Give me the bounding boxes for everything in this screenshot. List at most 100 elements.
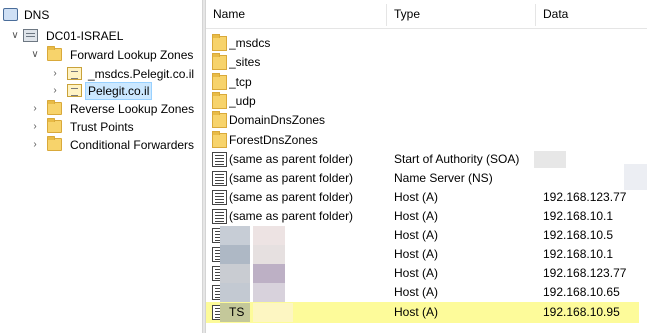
table-row[interactable]: TS Host (A) 192.168.10.95 [206,302,639,323]
redacted-data-block [534,151,566,168]
table-row[interactable]: Host (A) 192.168.10.65 [206,282,647,303]
folder-icon [212,92,227,109]
folder-icon [47,118,62,133]
cell-name [229,225,384,246]
cell-data [543,72,647,93]
chevron-right-icon[interactable]: › [30,118,40,136]
cell-type [394,91,534,112]
table-row[interactable]: (same as parent folder) Name Server (NS) [206,164,647,190]
folder-icon [47,136,62,151]
cell-type [394,52,534,73]
tree-label-selected: Pelegit.co.il [85,82,153,100]
cell-type [394,110,534,131]
server-icon [23,29,38,42]
cell-name [229,263,384,284]
cell-data: 192.168.123.77 [543,266,627,280]
table-row[interactable]: Host (A) 192.168.10.1 [206,244,647,265]
record-icon [212,209,227,224]
cell-type: Host (A) [394,209,439,223]
cell-type: Host (A) [394,190,439,204]
dns-icon [3,8,18,21]
folder-icon [212,131,227,148]
column-header-type[interactable]: Type [387,0,535,28]
tree-label: Conditional Forwarders [70,138,195,152]
record-list: Name Type Data _msdcs _sites _tcp _udp Domai… [206,0,647,333]
tree-node-server[interactable]: ∨ DC01-ISRAEL [0,27,200,45]
cell-data: 192.168.123.77 [543,190,627,204]
table-row[interactable]: _sites [206,52,647,73]
table-row[interactable]: (same as parent folder) Start of Authorit… [206,149,647,170]
cell-type: Host (A) [394,285,439,299]
table-row[interactable]: Host (A) 192.168.123.77 [206,263,647,284]
folder-icon [212,111,227,128]
folder-icon [212,53,227,70]
table-row[interactable]: DomainDnsZones [206,110,647,131]
table-row[interactable]: (same as parent folder) Host (A) 192.168.1… [206,206,647,227]
folder-icon [47,46,62,61]
chevron-down-icon[interactable]: ∨ [10,27,20,45]
tree-label: Forward Lookup Zones [70,48,194,62]
cell-type [394,130,534,151]
chevron-right-icon[interactable]: › [50,82,60,100]
cell-type [394,33,534,54]
tree-label: Reverse Lookup Zones [70,102,195,116]
column-header-data[interactable]: Data [536,0,647,28]
cell-data: 192.168.10.1 [543,209,614,223]
table-row[interactable]: ForestDnsZones [206,130,647,151]
tree-node-reverse-lookup-zones[interactable]: › Reverse Lookup Zones [0,100,200,118]
table-row[interactable]: _tcp [206,72,647,93]
folder-record-icon [212,34,227,51]
cell-type: Name Server (NS) [394,171,493,185]
tree-label: DNS [24,8,50,22]
cell-type: Host (A) [394,305,439,319]
cell-name: (same as parent folder) [229,152,354,166]
table-row[interactable]: _udp [206,91,647,112]
cell-type: Host (A) [394,266,439,280]
tree-node-dns[interactable]: DNS [0,6,200,24]
tree-label: DC01-ISRAEL [46,29,124,43]
cell-name [229,282,384,303]
record-icon [212,152,227,167]
tree-node-forward-lookup-zones[interactable]: ∨ Forward Lookup Zones [0,46,200,64]
record-icon [212,190,227,205]
zone-icon [67,67,82,80]
list-header: Name Type Data [206,0,647,29]
cell-name: (same as parent folder) [229,190,354,204]
tree-label: Trust Points [70,120,134,134]
tree-node-conditional-forwarders[interactable]: › Conditional Forwarders [0,136,200,154]
cell-name [229,244,384,265]
chevron-right-icon[interactable]: › [50,65,60,83]
cell-name: TS [229,305,245,319]
cell-data [543,91,647,112]
tree-node-zone-msdcs[interactable]: › _msdcs.Pelegit.co.il [0,65,200,83]
console-tree: DNS ∨ DC01-ISRAEL ∨ Forward Lookup Zones… [0,0,202,333]
zone-icon [67,84,82,97]
cell-name: (same as parent folder) [229,209,354,223]
table-row[interactable]: (same as parent folder) Host (A) 192.168.1… [206,187,647,208]
tree-node-trust-points[interactable]: › Trust Points [0,118,200,136]
cell-data: 192.168.10.95 [543,305,620,319]
cell-data [543,110,647,131]
folder-icon [212,73,227,90]
cell-data [543,130,647,151]
tree-node-zone-pelegit[interactable]: › Pelegit.co.il [0,82,200,100]
cell-type: Host (A) [394,228,439,242]
cell-name: _udp [229,94,256,108]
cell-type: Start of Authority (SOA) [394,152,520,166]
cell-name: (same as parent folder) [229,171,354,185]
record-icon [212,171,227,186]
chevron-right-icon[interactable]: › [30,136,40,154]
tree-label: _msdcs.Pelegit.co.il [88,67,195,81]
column-header-name[interactable]: Name [206,0,386,28]
table-row[interactable]: Host (A) 192.168.10.5 [206,225,647,246]
cell-name: ForestDnsZones [229,133,318,147]
cell-data: 192.168.10.5 [543,228,614,242]
cell-name: DomainDnsZones [229,113,326,127]
cell-data: 192.168.10.65 [543,285,620,299]
cell-name: _sites [229,55,261,69]
chevron-right-icon[interactable]: › [30,100,40,118]
cell-name: _tcp [229,75,252,89]
table-row[interactable]: _msdcs [206,33,647,54]
chevron-down-icon[interactable]: ∨ [30,46,40,64]
cell-data: 192.168.10.1 [543,247,614,261]
